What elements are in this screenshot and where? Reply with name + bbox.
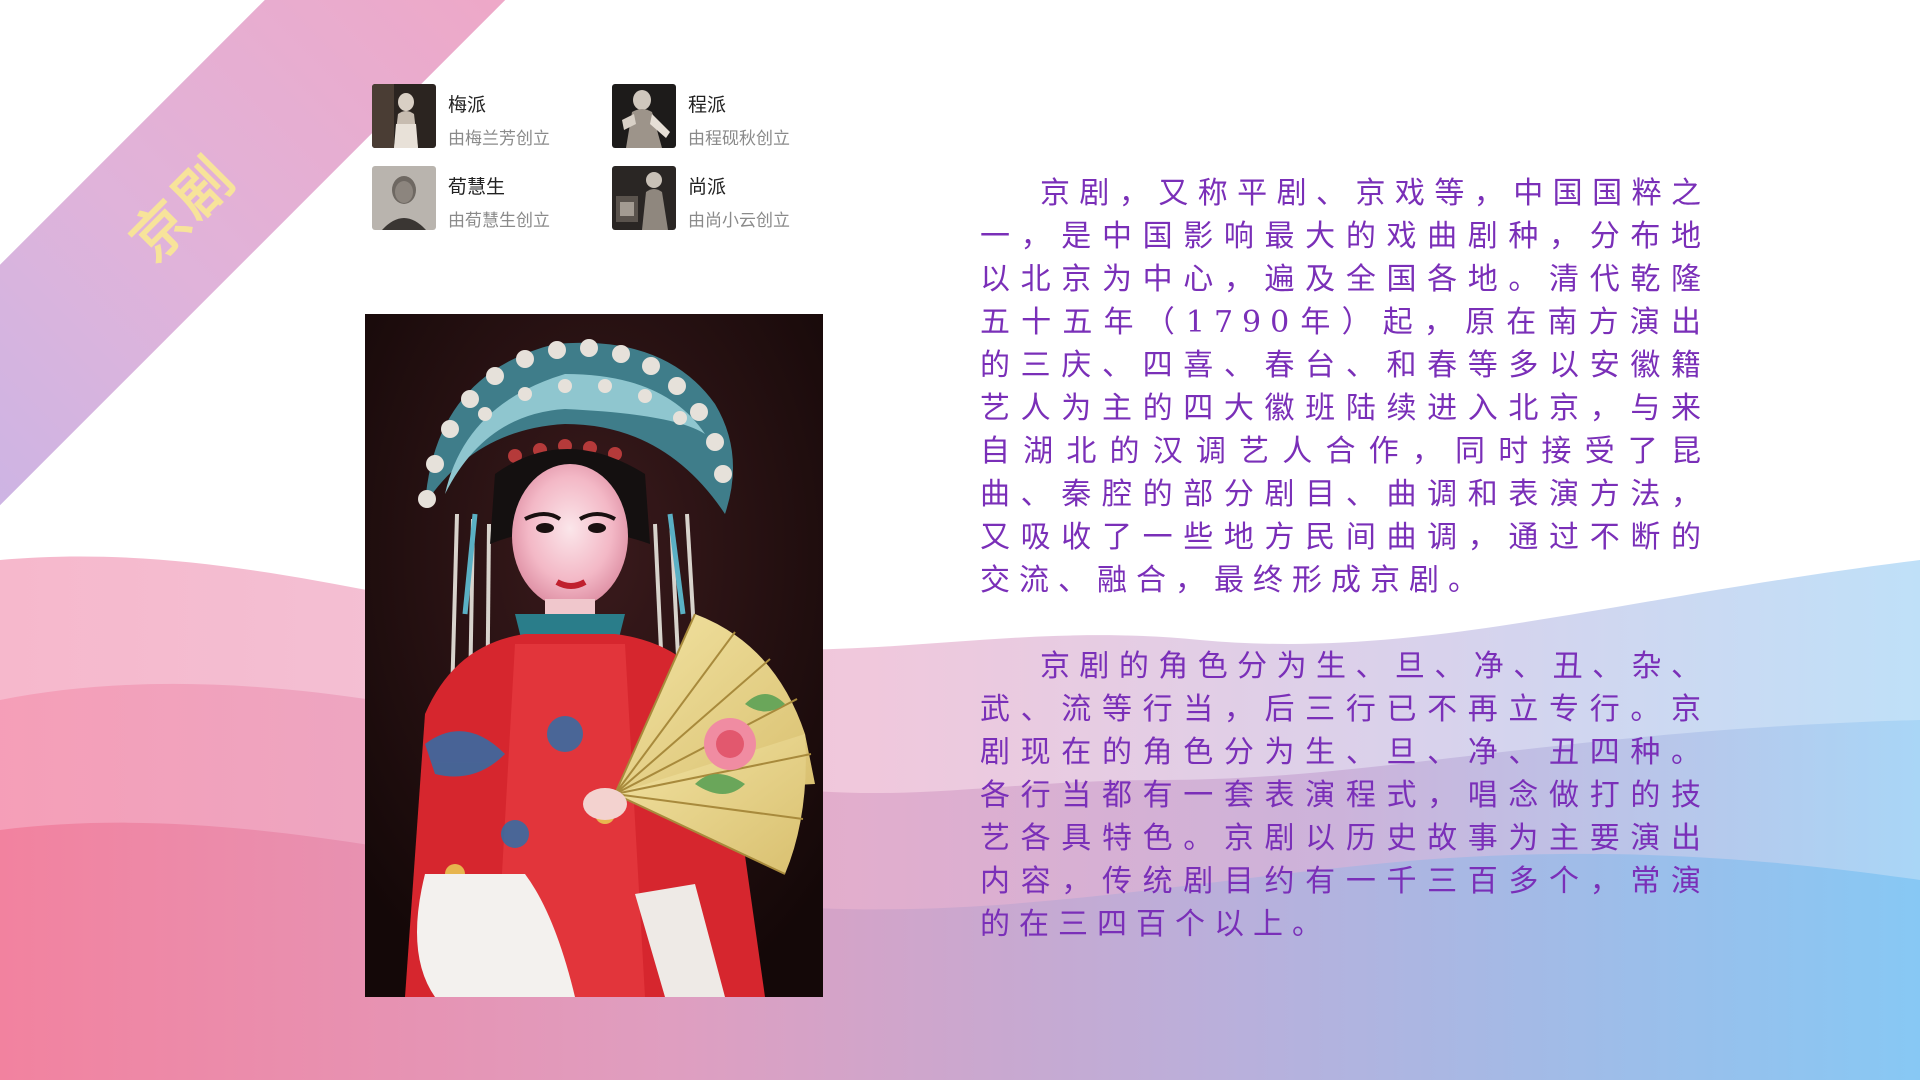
portrait-photo-icon: [372, 84, 436, 148]
portrait-photo-icon: [612, 166, 676, 230]
paragraph-roles: 京剧的角色分为生、旦、净、丑、杂、武、流等行当，后三行已不再立专行。京剧现在的角…: [980, 649, 1710, 942]
performer-photo: [365, 314, 823, 997]
school-desc: 由程砚秋创立: [688, 129, 790, 149]
school-name: 荀慧生: [448, 176, 506, 198]
slide-title: 京剧: [117, 142, 249, 274]
school-name: 尚派: [688, 176, 727, 198]
school-desc: 由尚小云创立: [688, 211, 790, 231]
school-desc: 由梅兰芳创立: [448, 129, 550, 149]
school-name: 程派: [688, 94, 727, 116]
school-card-mei[interactable]: 梅派 由梅兰芳创立: [372, 84, 612, 149]
school-name: 梅派: [448, 94, 487, 116]
school-desc: 由荀慧生创立: [448, 211, 550, 231]
slide: 京剧 梅派 由梅兰芳创立 程派 由程砚秋创立 荀慧生 由荀慧生创立 尚派 由尚小…: [0, 0, 1920, 1080]
school-card-shang[interactable]: 尚派 由尚小云创立: [612, 166, 852, 231]
portrait-photo-icon: [372, 166, 436, 230]
paragraph-history: 京剧，又称平剧、京戏等，中国国粹之一，是中国影响最大的戏曲剧种，分布地以北京为中…: [980, 176, 1710, 598]
school-card-cheng[interactable]: 程派 由程砚秋创立: [612, 84, 852, 149]
portrait-photo-icon: [612, 84, 676, 148]
school-card-xun[interactable]: 荀慧生 由荀慧生创立: [372, 166, 612, 231]
body-text: 京剧，又称平剧、京戏等，中国国粹之一，是中国影响最大的戏曲剧种，分布地以北京为中…: [980, 172, 1710, 946]
performer-photo-icon: [365, 314, 823, 997]
